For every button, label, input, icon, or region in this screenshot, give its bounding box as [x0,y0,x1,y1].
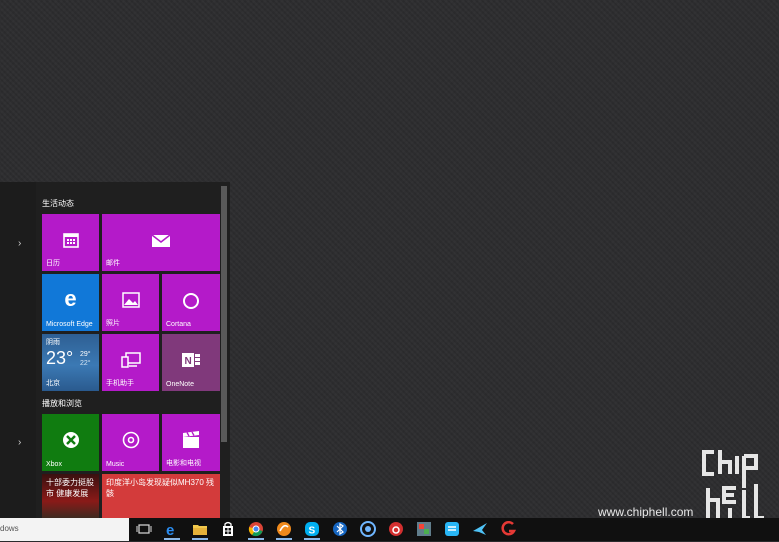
network-app-icon[interactable] [360,521,376,537]
qq-app-icon[interactable] [444,521,460,537]
tile-photos[interactable]: 照片 [102,274,159,331]
weather-high: 29° [80,351,91,358]
tile-mail[interactable]: 邮件 [102,214,220,271]
tile-xbox[interactable]: Xbox [42,414,99,471]
skype-icon[interactable]: S [304,521,320,540]
bird-app-icon[interactable] [472,521,488,537]
start-menu-scrollbar[interactable] [221,186,227,442]
clapperboard-icon [162,431,220,454]
tile-label: Cortana [166,321,191,328]
chevron-right-icon[interactable]: › [18,438,28,448]
group-title-play: 播放和浏览 [42,399,82,408]
tile-label: OneNote [166,381,195,388]
phone-icon [102,352,159,373]
tile-weather[interactable]: 阴雨 23° 29° 22° 北京 [42,334,99,391]
cortana-icon [162,292,220,315]
svg-text:e: e [166,522,174,537]
chevron-right-icon[interactable]: › [18,239,28,249]
weather-city: 北京 [46,380,60,387]
search-box[interactable]: dows [0,518,129,541]
tile-movies-tv[interactable]: 电影和电视 [162,414,220,471]
tile-cortana[interactable]: Cortana [162,274,220,331]
app-icon[interactable] [416,521,432,537]
calendar-icon [42,232,99,253]
tile-label: 日历 [46,260,60,267]
onenote-icon: N [162,351,220,374]
tile-label: 电影和电视 [166,460,201,467]
tile-onenote[interactable]: N OneNote [162,334,220,391]
tile-music[interactable]: Music [102,414,159,471]
weather-temp: 23° [46,348,74,368]
task-view-icon[interactable] [136,521,152,537]
tiles-area: 生活动态 日历 邮件 e Microsoft Edge 照片 Cortana 阴… [36,182,222,519]
red-app-icon[interactable] [500,520,517,537]
start-menu: › › 生活动态 日历 邮件 e Microsoft Edge 照片 Corta… [0,182,230,519]
edge-taskbar-icon[interactable]: e [164,521,180,540]
mail-icon [102,234,220,253]
tile-label: Music [106,461,125,468]
tile-label: Microsoft Edge [46,321,93,328]
weather-low: 22° [80,360,91,367]
tile-calendar[interactable]: 日历 [42,214,99,271]
netease-music-icon[interactable] [388,521,404,537]
tile-edge[interactable]: e Microsoft Edge [42,274,99,331]
svg-text:N: N [185,356,192,367]
taskbar: dows e S [0,518,779,541]
tile-phone-companion[interactable]: 手机助手 [102,334,159,391]
news-headline: 印度洋小岛发现疑似MH370 残骸 [106,478,215,498]
chrome-icon[interactable] [248,521,264,540]
chiphell-logo-icon [702,450,764,526]
edge-icon: e [64,286,77,311]
tile-label: Xbox [46,461,62,468]
xbox-icon [42,431,99,454]
tile-news-2[interactable]: 印度洋小岛发现疑似MH370 残骸 [102,474,220,519]
tile-label: 邮件 [106,260,120,267]
bluetooth-icon[interactable] [332,521,348,537]
start-menu-left-pane: › › [0,182,36,519]
store-icon[interactable] [220,521,236,537]
tile-label: 照片 [106,320,120,327]
search-placeholder: dows [0,524,19,533]
tile-label: 手机助手 [106,380,134,387]
photos-icon [102,292,159,313]
music-icon [102,431,159,454]
media-player-icon[interactable] [276,521,292,540]
svg-text:S: S [309,526,316,537]
watermark-url: www.chiphell.com [598,505,694,519]
news-headline: 十部委力挺股市 健康发展 [46,478,94,498]
file-explorer-icon[interactable] [192,521,208,540]
weather-condition: 阴雨 [46,339,60,346]
tile-news-1[interactable]: 十部委力挺股市 健康发展 [42,474,99,519]
group-title-life: 生活动态 [42,199,74,208]
